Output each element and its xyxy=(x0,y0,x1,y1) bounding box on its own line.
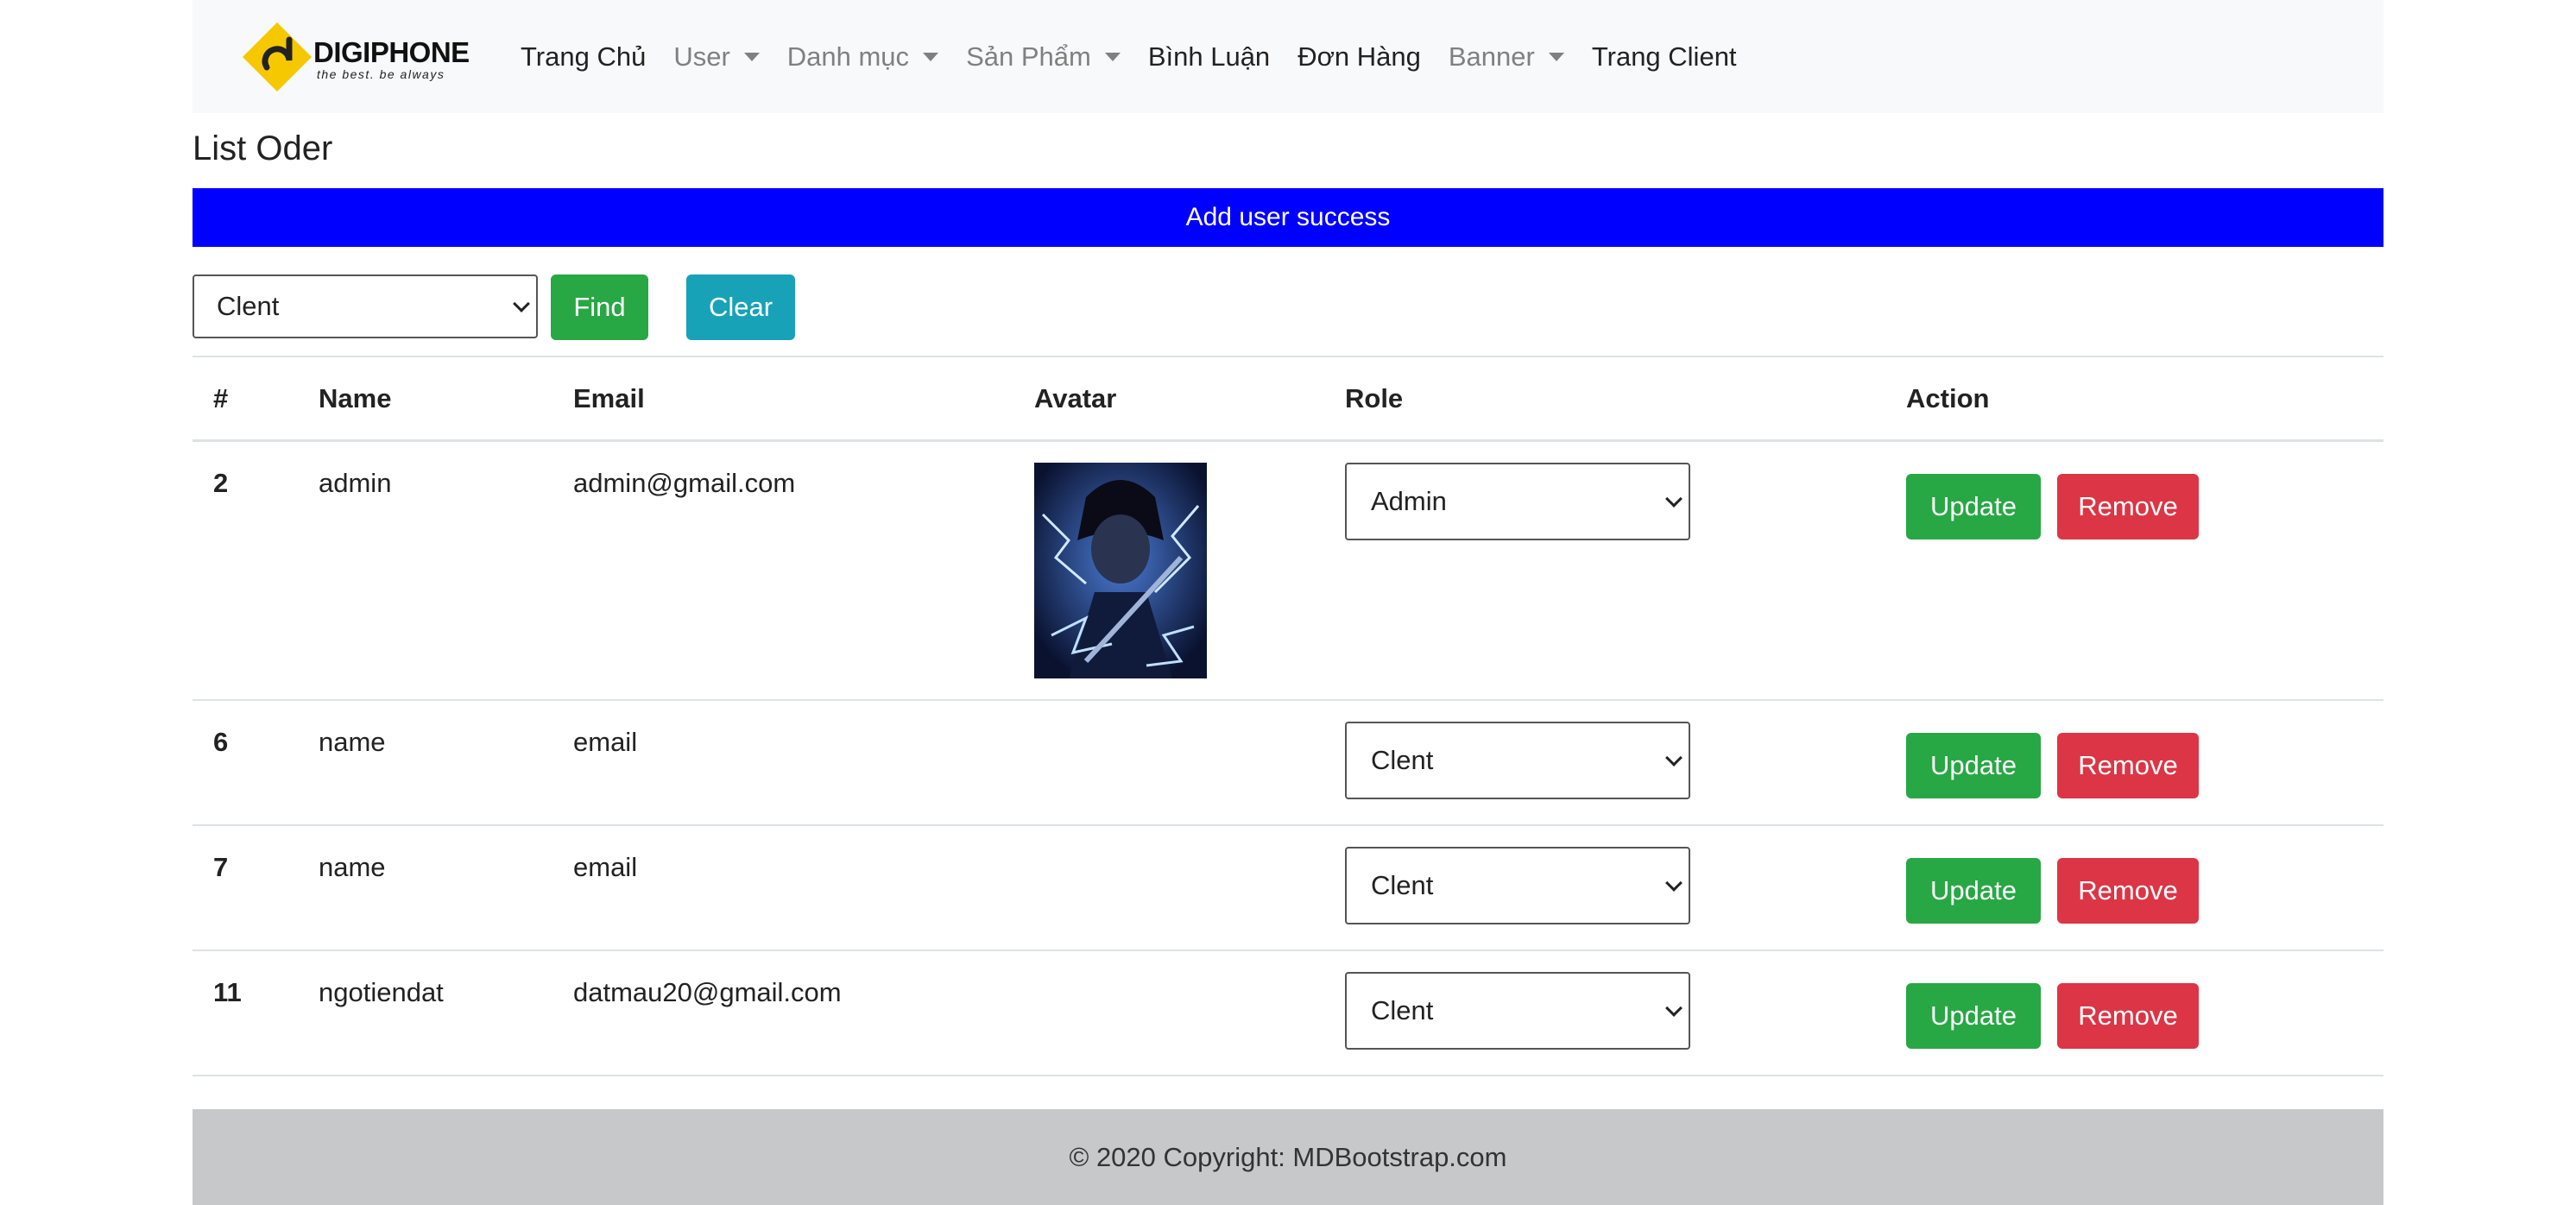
nav-item-label: Banner xyxy=(1448,41,1535,72)
nav-item-label: Sản Phẩm xyxy=(966,41,1091,72)
row-name: name xyxy=(319,727,386,757)
nav-item-2[interactable]: Danh mục xyxy=(786,41,939,73)
user-avatar xyxy=(1034,463,1207,678)
header-id: # xyxy=(213,383,229,413)
chevron-down-icon xyxy=(1665,1000,1683,1017)
users-table: # Name Email Avatar Role Action 2 admin ad… xyxy=(193,356,2383,1076)
role-select[interactable]: Clent xyxy=(1345,722,1690,799)
header-avatar: Avatar xyxy=(1034,383,1117,413)
nav-item-3[interactable]: Sản Phẩm xyxy=(966,41,1121,73)
header-action: Action xyxy=(1906,383,1990,413)
row-id: 11 xyxy=(213,977,242,1007)
header-email: Email xyxy=(573,383,645,413)
row-email: email xyxy=(573,852,638,882)
chevron-down-icon xyxy=(1665,874,1683,892)
header-name: Name xyxy=(319,383,392,413)
caret-down-icon xyxy=(1548,52,1564,61)
navbar: DIGIPHONE the best. be always Trang Chủ U… xyxy=(193,0,2383,113)
chevron-down-icon xyxy=(1665,749,1683,767)
footer: © 2020 Copyright: MDBootstrap.com xyxy=(193,1109,2383,1205)
table-header: # Name Email Avatar Role Action xyxy=(193,356,2383,442)
role-select[interactable]: Admin xyxy=(1345,463,1690,540)
update-button[interactable]: Update xyxy=(1906,858,2041,924)
nav-item-6[interactable]: Banner xyxy=(1449,41,1564,73)
role-filter-select[interactable]: Clent xyxy=(193,274,538,338)
row-email: datmau20@gmail.com xyxy=(573,977,842,1007)
table-body: 2 admin admin@gmail.com Admin Update Remove 6 n… xyxy=(193,442,2383,1076)
brand-logo[interactable]: DIGIPHONE the best. be always xyxy=(241,21,470,93)
row-email: admin@gmail.com xyxy=(573,468,796,498)
role-select-value: Admin xyxy=(1371,486,1447,516)
chevron-down-icon xyxy=(1665,490,1683,508)
role-select-value: Clent xyxy=(1371,745,1434,775)
nav-item-0[interactable]: Trang Chủ xyxy=(521,41,646,73)
update-button[interactable]: Update xyxy=(1906,983,2041,1049)
caret-down-icon xyxy=(743,52,760,61)
remove-button[interactable]: Remove xyxy=(2057,474,2199,539)
row-name: admin xyxy=(319,468,392,498)
brand-name: DIGIPHONE xyxy=(313,36,470,68)
chevron-down-icon xyxy=(513,295,530,312)
caret-down-icon xyxy=(1104,52,1121,61)
update-button[interactable]: Update xyxy=(1906,474,2041,539)
nav-item-7[interactable]: Trang Client xyxy=(1592,41,1737,73)
nav-item-label: Bình Luận xyxy=(1147,41,1271,72)
nav-item-label: User xyxy=(673,41,730,72)
table-row: 7 name email Clent Update Remove xyxy=(193,826,2383,951)
role-filter-value: Clent xyxy=(217,291,280,321)
row-id: 2 xyxy=(213,468,229,498)
row-name: name xyxy=(319,852,386,882)
table-row: 11 ngotiendat datmau20@gmail.com Clent Updat… xyxy=(193,951,2383,1076)
table-row: 2 admin admin@gmail.com Admin Update Remove xyxy=(193,442,2383,701)
brand-tagline: the best. be always xyxy=(317,67,445,81)
remove-button[interactable]: Remove xyxy=(2057,983,2199,1049)
find-button[interactable]: Find xyxy=(551,274,648,340)
caret-down-icon xyxy=(923,52,939,61)
row-id: 6 xyxy=(213,727,229,757)
remove-button[interactable]: Remove xyxy=(2057,858,2199,924)
header-role: Role xyxy=(1345,383,1404,413)
role-select-value: Clent xyxy=(1371,995,1434,1025)
remove-button[interactable]: Remove xyxy=(2057,733,2199,798)
role-select[interactable]: Clent xyxy=(1345,847,1690,924)
nav-item-label: Trang Client xyxy=(1591,41,1737,72)
page-title: List Oder xyxy=(193,129,333,167)
row-id: 7 xyxy=(213,852,229,882)
nav-item-label: Đơn Hàng xyxy=(1297,41,1421,72)
digiphone-logo-icon xyxy=(243,22,312,91)
nav-item-4[interactable]: Bình Luận xyxy=(1148,41,1270,73)
role-select-value: Clent xyxy=(1371,870,1434,900)
nav-item-1[interactable]: User xyxy=(673,41,760,73)
nav-item-5[interactable]: Đơn Hàng xyxy=(1297,41,1421,73)
page-container: DIGIPHONE the best. be always Trang Chủ U… xyxy=(193,0,2383,1205)
row-email: email xyxy=(573,727,638,757)
nav-item-label: Trang Chủ xyxy=(521,41,647,72)
update-button[interactable]: Update xyxy=(1906,733,2041,798)
main-nav: Trang Chủ User Danh mục Sản Phẩm Bình Luận Đơ… xyxy=(521,0,1765,113)
table-row: 6 name email Clent Update Remove xyxy=(193,701,2383,826)
clear-button[interactable]: Clear xyxy=(686,274,795,340)
success-alert: Add user success xyxy=(193,188,2383,247)
role-select[interactable]: Clent xyxy=(1345,972,1690,1050)
row-name: ngotiendat xyxy=(319,977,444,1007)
nav-item-label: Danh mục xyxy=(786,41,910,72)
